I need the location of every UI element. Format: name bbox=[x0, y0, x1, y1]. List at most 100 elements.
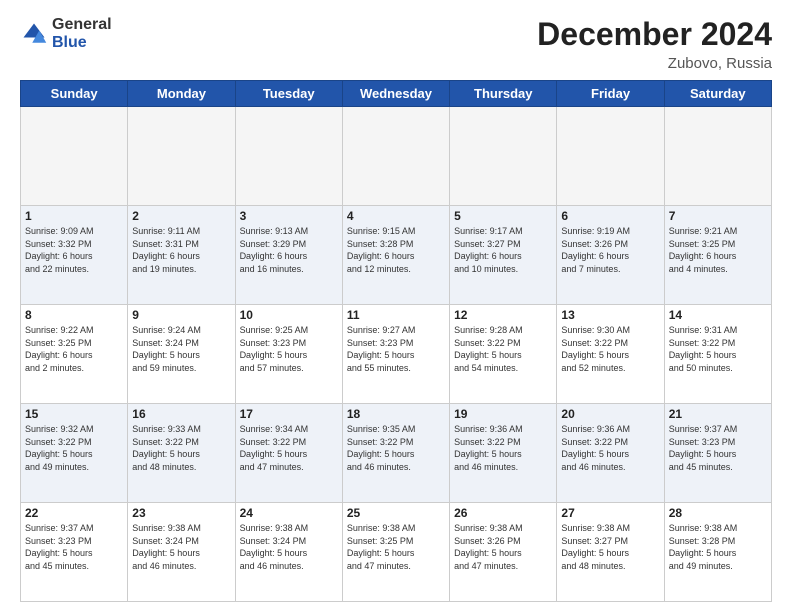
day-number: 2 bbox=[132, 209, 230, 223]
calendar-cell bbox=[664, 107, 771, 206]
day-info: Sunrise: 9:38 AM Sunset: 3:25 PM Dayligh… bbox=[347, 522, 445, 572]
day-number: 4 bbox=[347, 209, 445, 223]
day-info: Sunrise: 9:36 AM Sunset: 3:22 PM Dayligh… bbox=[454, 423, 552, 473]
th-thursday: Thursday bbox=[450, 81, 557, 107]
th-monday: Monday bbox=[128, 81, 235, 107]
calendar-cell: 2 Sunrise: 9:11 AM Sunset: 3:31 PM Daylig… bbox=[128, 206, 235, 305]
day-info: Sunrise: 9:34 AM Sunset: 3:22 PM Dayligh… bbox=[240, 423, 338, 473]
day-number: 19 bbox=[454, 407, 552, 421]
calendar-cell bbox=[21, 107, 128, 206]
calendar-cell: 3 Sunrise: 9:13 AM Sunset: 3:29 PM Daylig… bbox=[235, 206, 342, 305]
day-number: 9 bbox=[132, 308, 230, 322]
calendar-cell: 9 Sunrise: 9:24 AM Sunset: 3:24 PM Daylig… bbox=[128, 305, 235, 404]
day-info: Sunrise: 9:09 AM Sunset: 3:32 PM Dayligh… bbox=[25, 225, 123, 275]
day-info: Sunrise: 9:22 AM Sunset: 3:25 PM Dayligh… bbox=[25, 324, 123, 374]
day-info: Sunrise: 9:31 AM Sunset: 3:22 PM Dayligh… bbox=[669, 324, 767, 374]
day-number: 25 bbox=[347, 506, 445, 520]
day-info: Sunrise: 9:37 AM Sunset: 3:23 PM Dayligh… bbox=[669, 423, 767, 473]
day-info: Sunrise: 9:30 AM Sunset: 3:22 PM Dayligh… bbox=[561, 324, 659, 374]
calendar: Sunday Monday Tuesday Wednesday Thursday… bbox=[20, 80, 772, 602]
calendar-cell: 10 Sunrise: 9:25 AM Sunset: 3:23 PM Dayli… bbox=[235, 305, 342, 404]
day-number: 26 bbox=[454, 506, 552, 520]
calendar-cell: 22Sunrise: 9:37 AM Sunset: 3:23 PM Dayli… bbox=[21, 503, 128, 602]
day-info: Sunrise: 9:38 AM Sunset: 3:26 PM Dayligh… bbox=[454, 522, 552, 572]
logo-general: General bbox=[52, 16, 112, 34]
calendar-cell: 16 Sunrise: 9:33 AM Sunset: 3:22 PM Dayli… bbox=[128, 404, 235, 503]
day-number: 13 bbox=[561, 308, 659, 322]
calendar-cell: 15 Sunrise: 9:32 AM Sunset: 3:22 PM Dayli… bbox=[21, 404, 128, 503]
day-info: Sunrise: 9:36 AM Sunset: 3:22 PM Dayligh… bbox=[561, 423, 659, 473]
day-number: 3 bbox=[240, 209, 338, 223]
th-wednesday: Wednesday bbox=[342, 81, 449, 107]
day-number: 5 bbox=[454, 209, 552, 223]
day-info: Sunrise: 9:38 AM Sunset: 3:24 PM Dayligh… bbox=[240, 522, 338, 572]
calendar-cell: 1 Sunrise: 9:09 AM Sunset: 3:32 PM Daylig… bbox=[21, 206, 128, 305]
day-number: 10 bbox=[240, 308, 338, 322]
calendar-cell bbox=[342, 107, 449, 206]
calendar-cell: 5 Sunrise: 9:17 AM Sunset: 3:27 PM Daylig… bbox=[450, 206, 557, 305]
day-info: Sunrise: 9:19 AM Sunset: 3:26 PM Dayligh… bbox=[561, 225, 659, 275]
day-info: Sunrise: 9:25 AM Sunset: 3:23 PM Dayligh… bbox=[240, 324, 338, 374]
calendar-cell bbox=[557, 107, 664, 206]
day-number: 28 bbox=[669, 506, 767, 520]
day-info: Sunrise: 9:38 AM Sunset: 3:28 PM Dayligh… bbox=[669, 522, 767, 572]
calendar-cell: 26 Sunrise: 9:38 AM Sunset: 3:26 PM Dayli… bbox=[450, 503, 557, 602]
th-sunday: Sunday bbox=[21, 81, 128, 107]
header: General Blue December 2024 Zubovo, Russi… bbox=[20, 16, 772, 72]
calendar-cell: 11Sunrise: 9:27 AM Sunset: 3:23 PM Dayli… bbox=[342, 305, 449, 404]
calendar-cell: 18 Sunrise: 9:35 AM Sunset: 3:22 PM Dayli… bbox=[342, 404, 449, 503]
day-info: Sunrise: 9:15 AM Sunset: 3:28 PM Dayligh… bbox=[347, 225, 445, 275]
calendar-cell bbox=[235, 107, 342, 206]
calendar-cell bbox=[450, 107, 557, 206]
day-number: 14 bbox=[669, 308, 767, 322]
calendar-cell: 8 Sunrise: 9:22 AM Sunset: 3:25 PM Daylig… bbox=[21, 305, 128, 404]
weekday-header-row: Sunday Monday Tuesday Wednesday Thursday… bbox=[21, 81, 772, 107]
day-info: Sunrise: 9:33 AM Sunset: 3:22 PM Dayligh… bbox=[132, 423, 230, 473]
page: General Blue December 2024 Zubovo, Russi… bbox=[0, 0, 792, 612]
logo-blue: Blue bbox=[52, 34, 112, 52]
calendar-cell bbox=[128, 107, 235, 206]
calendar-cell: 13 Sunrise: 9:30 AM Sunset: 3:22 PM Dayli… bbox=[557, 305, 664, 404]
day-number: 1 bbox=[25, 209, 123, 223]
calendar-cell: 24 Sunrise: 9:38 AM Sunset: 3:24 PM Dayli… bbox=[235, 503, 342, 602]
day-info: Sunrise: 9:27 AM Sunset: 3:23 PM Dayligh… bbox=[347, 324, 445, 374]
day-number: 8 bbox=[25, 308, 123, 322]
day-number: 17 bbox=[240, 407, 338, 421]
calendar-cell: 28 Sunrise: 9:38 AM Sunset: 3:28 PM Dayli… bbox=[664, 503, 771, 602]
calendar-cell: 12 Sunrise: 9:28 AM Sunset: 3:22 PM Dayli… bbox=[450, 305, 557, 404]
day-info: Sunrise: 9:17 AM Sunset: 3:27 PM Dayligh… bbox=[454, 225, 552, 275]
day-info: Sunrise: 9:28 AM Sunset: 3:22 PM Dayligh… bbox=[454, 324, 552, 374]
calendar-row: 22Sunrise: 9:37 AM Sunset: 3:23 PM Dayli… bbox=[21, 503, 772, 602]
calendar-cell: 20 Sunrise: 9:36 AM Sunset: 3:22 PM Dayli… bbox=[557, 404, 664, 503]
calendar-row: 1 Sunrise: 9:09 AM Sunset: 3:32 PM Daylig… bbox=[21, 206, 772, 305]
th-tuesday: Tuesday bbox=[235, 81, 342, 107]
main-title: December 2024 bbox=[537, 16, 772, 53]
th-friday: Friday bbox=[557, 81, 664, 107]
day-info: Sunrise: 9:35 AM Sunset: 3:22 PM Dayligh… bbox=[347, 423, 445, 473]
calendar-row: 8 Sunrise: 9:22 AM Sunset: 3:25 PM Daylig… bbox=[21, 305, 772, 404]
day-number: 24 bbox=[240, 506, 338, 520]
day-number: 18 bbox=[347, 407, 445, 421]
day-info: Sunrise: 9:32 AM Sunset: 3:22 PM Dayligh… bbox=[25, 423, 123, 473]
logo: General Blue bbox=[20, 16, 112, 51]
calendar-cell: 6Sunrise: 9:19 AM Sunset: 3:26 PM Daylig… bbox=[557, 206, 664, 305]
day-info: Sunrise: 9:38 AM Sunset: 3:27 PM Dayligh… bbox=[561, 522, 659, 572]
day-info: Sunrise: 9:21 AM Sunset: 3:25 PM Dayligh… bbox=[669, 225, 767, 275]
day-number: 16 bbox=[132, 407, 230, 421]
logo-icon bbox=[20, 20, 48, 48]
day-number: 23 bbox=[132, 506, 230, 520]
day-number: 7 bbox=[669, 209, 767, 223]
day-number: 21 bbox=[669, 407, 767, 421]
day-info: Sunrise: 9:24 AM Sunset: 3:24 PM Dayligh… bbox=[132, 324, 230, 374]
day-number: 20 bbox=[561, 407, 659, 421]
day-number: 27 bbox=[561, 506, 659, 520]
day-number: 12 bbox=[454, 308, 552, 322]
day-info: Sunrise: 9:11 AM Sunset: 3:31 PM Dayligh… bbox=[132, 225, 230, 275]
calendar-cell: 4 Sunrise: 9:15 AM Sunset: 3:28 PM Daylig… bbox=[342, 206, 449, 305]
day-info: Sunrise: 9:13 AM Sunset: 3:29 PM Dayligh… bbox=[240, 225, 338, 275]
title-block: December 2024 Zubovo, Russia bbox=[537, 16, 772, 72]
day-number: 15 bbox=[25, 407, 123, 421]
calendar-row: 15 Sunrise: 9:32 AM Sunset: 3:22 PM Dayli… bbox=[21, 404, 772, 503]
calendar-cell: 7 Sunrise: 9:21 AM Sunset: 3:25 PM Daylig… bbox=[664, 206, 771, 305]
calendar-row bbox=[21, 107, 772, 206]
